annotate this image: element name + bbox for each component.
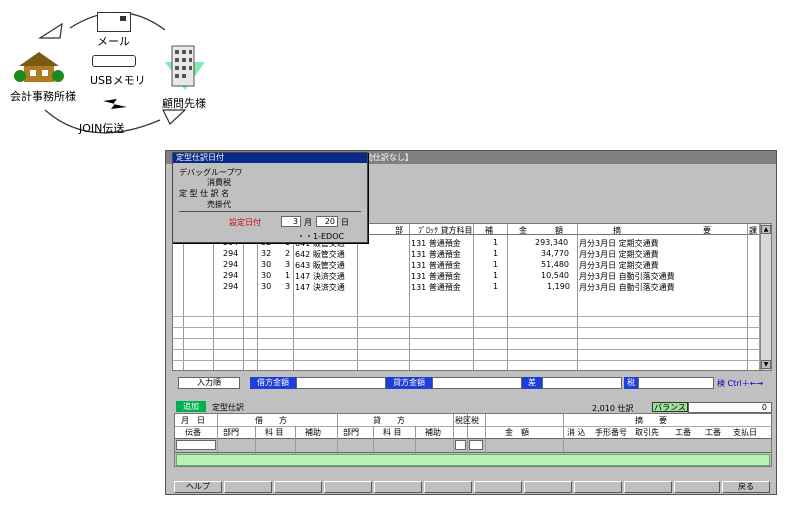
- header-tax: 課: [749, 226, 757, 235]
- header-slip: 伝番: [185, 428, 201, 437]
- client-label: 顧問先様: [162, 97, 206, 110]
- day-unit: 日: [341, 218, 349, 227]
- fkey-3-button[interactable]: [274, 481, 322, 493]
- credit-total-label: 貸方金額: [386, 377, 432, 389]
- fkey-6-button[interactable]: [424, 481, 472, 493]
- dialog-line-2: 消費税: [207, 178, 231, 187]
- accounting-app-window: 〒07月01日～平成17年03月31日） 【一括複写－自動仕訳なし】 補 部 ﾌ…: [165, 150, 777, 495]
- dialog-title: 定型仕訳日付: [173, 153, 367, 163]
- table-scrollbar[interactable]: ▲ ▼: [760, 224, 771, 370]
- fkey-4-button[interactable]: [324, 481, 372, 493]
- ctrl-nav-link[interactable]: 検 Ctrl＋←→: [717, 378, 763, 389]
- header-sub2: 補: [485, 226, 493, 235]
- lightning-icon: [103, 99, 127, 109]
- debit-total-value: [296, 377, 386, 389]
- usb-label: USBメモリ: [90, 74, 146, 87]
- scroll-down-icon[interactable]: ▼: [761, 360, 771, 369]
- diff-label: 差: [522, 377, 542, 389]
- fkey-7-button[interactable]: [474, 481, 522, 493]
- day-input[interactable]: 20: [316, 216, 338, 227]
- fkey-9-button[interactable]: [574, 481, 622, 493]
- tax-value: [638, 377, 714, 389]
- fkey-10-button[interactable]: [624, 481, 672, 493]
- header-credit-sub: 補助: [425, 428, 441, 437]
- header-memo: 摘 要: [635, 416, 667, 425]
- template-date-dialog: 定型仕訳日付 デバッグループワ 消費税 定 型 仕 訳 名 売掛代 設定日付 3…: [172, 152, 368, 243]
- dialog-line-3: 定 型 仕 訳 名: [179, 189, 230, 198]
- diff-value: [542, 377, 622, 389]
- transfer-diagram: メール USBメモリ JOIN伝送 会計事務所様 顧問先様: [0, 0, 240, 148]
- scroll-up-icon[interactable]: ▲: [761, 225, 771, 234]
- fkey-help-button[interactable]: ヘルプ: [174, 481, 222, 493]
- table-row[interactable]: 294 30 3 147 決済交通 131 普通預金 1 1,190 月分3月日…: [173, 282, 747, 292]
- header-amount: 金 額: [505, 428, 529, 437]
- header-dept: 部: [395, 226, 403, 235]
- header-debit-dept: 部門: [223, 428, 239, 437]
- function-key-bar: ヘルプ 戻る: [174, 481, 772, 493]
- header-debit-sub: 補助: [305, 428, 321, 437]
- date-label: 設定日付: [229, 218, 261, 227]
- mail-icon: [97, 12, 131, 32]
- header-job-2: 工番: [705, 428, 721, 437]
- header-month-day: 月 日: [181, 416, 205, 425]
- header-clear: 消 込: [567, 428, 586, 437]
- mail-label: メール: [97, 35, 130, 48]
- header-partner: 取引先: [635, 428, 659, 437]
- header-memo-2: 要: [703, 226, 711, 235]
- header-amount-1: 金: [519, 226, 527, 235]
- header-tax-cls: 税: [471, 416, 479, 425]
- table-row[interactable]: 294 32 2 642 販管交通 131 普通預金 1 34,770 月分3月…: [173, 249, 747, 259]
- credit-total-value: [432, 377, 522, 389]
- table-row[interactable]: 294 30 1 147 決済交通 131 普通預金 1 10,540 月分3月…: [173, 271, 747, 281]
- header-pay-date: 支払日: [733, 428, 757, 437]
- table-row[interactable]: 294 30 3 643 販管交通 131 普通預金 1 51,480 月分3月…: [173, 260, 747, 270]
- tax-class-input[interactable]: [455, 440, 466, 450]
- add-mode-badge: 追加: [176, 401, 206, 412]
- header-amount-2: 額: [555, 226, 563, 235]
- fkey-2-button[interactable]: [224, 481, 272, 493]
- fkey-11-button[interactable]: [674, 481, 720, 493]
- header-tax-class: 税区: [455, 416, 471, 425]
- client-building-icon: [165, 45, 205, 90]
- entry-grid: 月 日 伝番 借 方 部門 科 目 補助 貸 方 部門 科 目 補助 税区 税 …: [174, 413, 772, 467]
- office-house-icon: [14, 52, 64, 82]
- input-order-button[interactable]: 入力順: [178, 377, 240, 389]
- fkey-5-button[interactable]: [374, 481, 422, 493]
- journal-table: 補 部 ﾌﾞﾛｯｸ 貸方科目 補 金 額 摘 要 課 294 32 1 641 …: [172, 223, 772, 371]
- join-label: JOIN伝送: [79, 122, 125, 135]
- header-memo-1: 摘: [613, 226, 621, 235]
- fkey-back-button[interactable]: 戻る: [722, 481, 770, 493]
- tax-label: 税: [624, 377, 638, 389]
- dialog-note: ・・1-EDOC: [297, 232, 345, 241]
- accounting-office-label: 会計事務所様: [10, 90, 76, 103]
- totals-bar: 入力順 借方金額 貸方金額 差 税 検 Ctrl＋←→: [172, 377, 772, 389]
- header-credit-account: 科 目: [383, 428, 402, 437]
- balance-value: 0: [688, 402, 772, 413]
- debit-total-label: 借方金額: [250, 377, 296, 389]
- header-job-1: 工番: [675, 428, 691, 437]
- month-unit: 月: [304, 218, 312, 227]
- fkey-8-button[interactable]: [524, 481, 572, 493]
- header-credit-account: ﾌﾞﾛｯｸ 貸方科目: [418, 226, 473, 235]
- header-credit-dept: 部門: [343, 428, 359, 437]
- memo-bar[interactable]: [176, 454, 770, 466]
- usb-memory-icon: [92, 55, 136, 67]
- month-input[interactable]: 3: [281, 216, 301, 227]
- header-note-no: 手形番号: [595, 428, 627, 437]
- dialog-line-4: 売掛代: [207, 200, 231, 209]
- template-journal-label: 定型仕訳: [212, 403, 244, 412]
- header-credit: 貸 方: [373, 416, 405, 425]
- tax-input[interactable]: [469, 440, 483, 450]
- header-debit: 借 方: [255, 416, 287, 425]
- balance-label: バランス: [652, 402, 688, 412]
- slip-input[interactable]: [176, 440, 216, 450]
- header-debit-account: 科 目: [265, 428, 284, 437]
